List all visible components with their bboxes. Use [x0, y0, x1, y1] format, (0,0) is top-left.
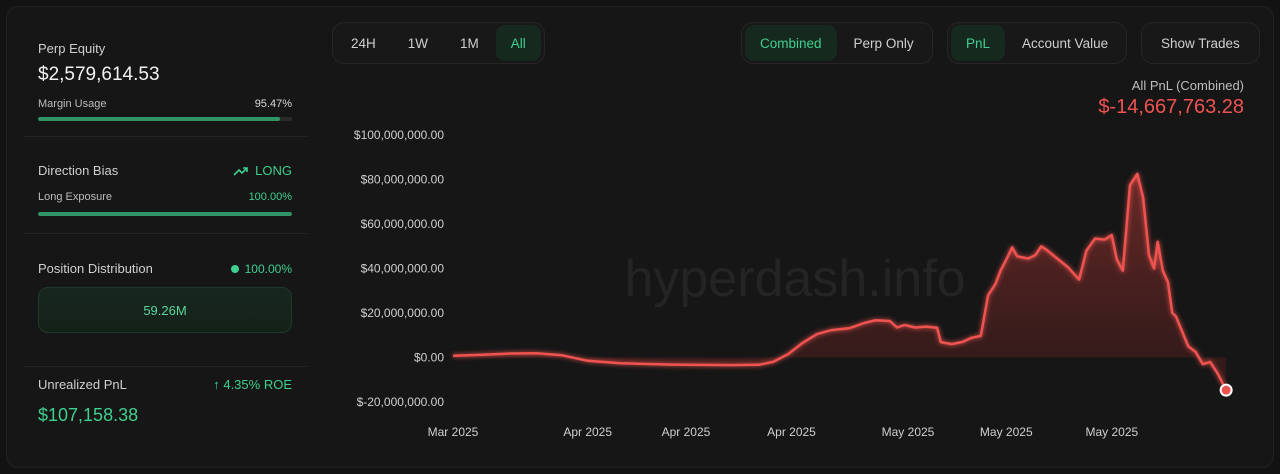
y-tick-label: $80,000,000.00 [361, 173, 445, 187]
y-tick-label: $60,000,000.00 [361, 217, 445, 231]
y-tick-label: $20,000,000.00 [361, 306, 445, 320]
y-tick-label: $40,000,000.00 [361, 262, 445, 276]
x-tick-label: May 2025 [882, 425, 935, 439]
x-tick-label: Apr 2025 [662, 425, 711, 439]
x-tick-label: Mar 2025 [428, 425, 479, 439]
y-axis: $-20,000,000.00 $0.00 $20,000,000.00 $40,00… [354, 128, 444, 409]
last-point-marker[interactable] [1219, 383, 1233, 397]
x-tick-label: Apr 2025 [563, 425, 612, 439]
y-tick-label: $-20,000,000.00 [357, 395, 445, 409]
x-axis: Mar 2025 Apr 2025 Apr 2025 Apr 2025 May 2025… [428, 425, 1139, 439]
y-tick-label: $0.00 [414, 351, 444, 365]
watermark: hyperdash.info [624, 250, 965, 308]
x-tick-label: Apr 2025 [767, 425, 816, 439]
pnl-chart[interactable]: hyperdash.info $-20,000,000.00 $0.00 $20,0… [0, 0, 1280, 474]
y-tick-label: $100,000,000.00 [354, 128, 444, 142]
x-tick-label: May 2025 [980, 425, 1033, 439]
x-tick-label: May 2025 [1085, 425, 1138, 439]
